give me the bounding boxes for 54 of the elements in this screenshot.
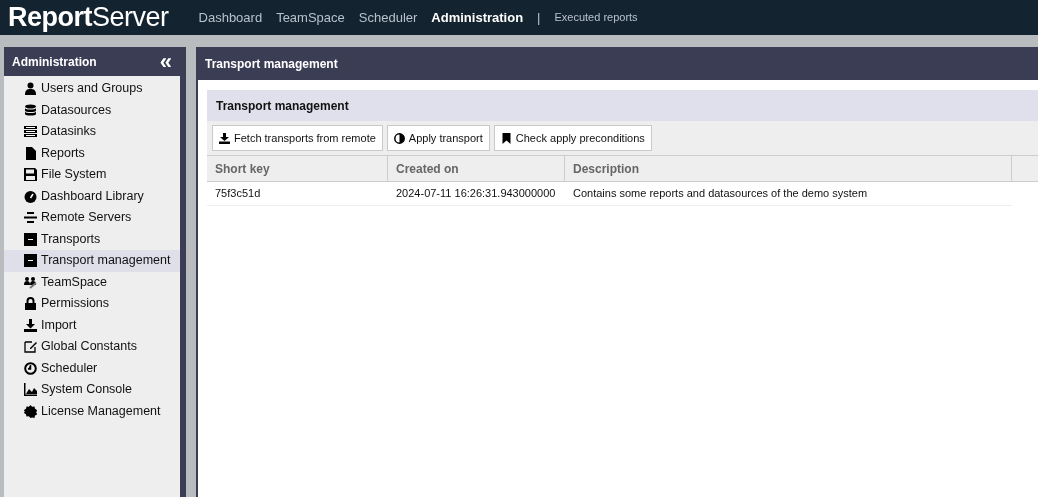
sidebar-item[interactable]: Transport management [4,250,180,272]
group-icon [24,275,37,289]
box-icon [24,232,37,246]
sidebar-item[interactable]: Permissions [4,293,180,315]
box-icon [24,254,37,268]
sidebar-item[interactable]: Global Constants [4,336,180,358]
sidebar-title: Administration [12,53,97,71]
edit-icon [24,340,37,354]
badge-icon [24,404,37,418]
database-icon [24,103,37,117]
stack-icon [24,125,37,139]
sidebar-item[interactable]: Import [4,314,180,336]
column-header[interactable]: Short key [207,156,388,181]
table-cell-text: 75f3c51d [214,186,262,202]
server-icon [24,211,37,225]
sidebar-item[interactable]: Dashboard Library [4,185,180,207]
section-title: Transport management [216,97,349,115]
bookmark-icon [500,132,512,144]
nav-link[interactable]: Dashboard [198,7,263,28]
toolbar-button[interactable]: Check apply preconditions [493,125,652,151]
column-header[interactable]: Description [565,156,1012,181]
sidebar-item[interactable]: License Management [4,400,180,422]
lock-icon [24,297,37,311]
sidebar-item[interactable]: Transports [4,228,180,250]
toolbar-button[interactable]: Fetch transports from remote [212,125,383,151]
download-icon [219,132,230,144]
sidebar-item[interactable]: System Console [4,379,180,401]
table-cell-text: 2024-07-11 16:26:31.943000000 [395,186,557,202]
sidebar-item[interactable]: Datasinks [4,121,180,143]
nav-link[interactable]: TeamSpace [276,7,345,28]
sidebar-item[interactable]: Scheduler [4,357,180,379]
sidebar-item[interactable]: Reports [4,142,180,164]
sidebar-item[interactable]: File System [4,164,180,186]
sidebar-item[interactable]: Datasources [4,99,180,121]
separator: | [537,8,541,27]
gauge-icon [24,189,37,203]
nav-link[interactable]: Scheduler [358,7,418,28]
app-logo: ReportServer [8,4,169,31]
contrast-icon [393,132,405,144]
nav-link[interactable]: Administration [431,7,524,28]
document-icon [24,146,37,160]
user-icon [24,82,37,96]
toolbar-button[interactable]: Apply transport [386,125,490,151]
table-cell-text: Contains some reports and datasources of the demo system [572,186,869,202]
sidebar-item[interactable]: Users and Groups [4,78,180,100]
sidebar-item[interactable]: Remote Servers [4,207,180,229]
sidebar-item[interactable]: TeamSpace [4,271,180,293]
chart-icon [24,383,37,397]
column-header[interactable]: Created on [388,156,565,181]
download-icon [24,318,37,332]
clock-icon [24,361,37,375]
collapse-button[interactable]: « [159,50,172,73]
panel-title: Transport management [205,55,338,73]
executed-reports-link[interactable]: Executed reports [554,9,638,26]
